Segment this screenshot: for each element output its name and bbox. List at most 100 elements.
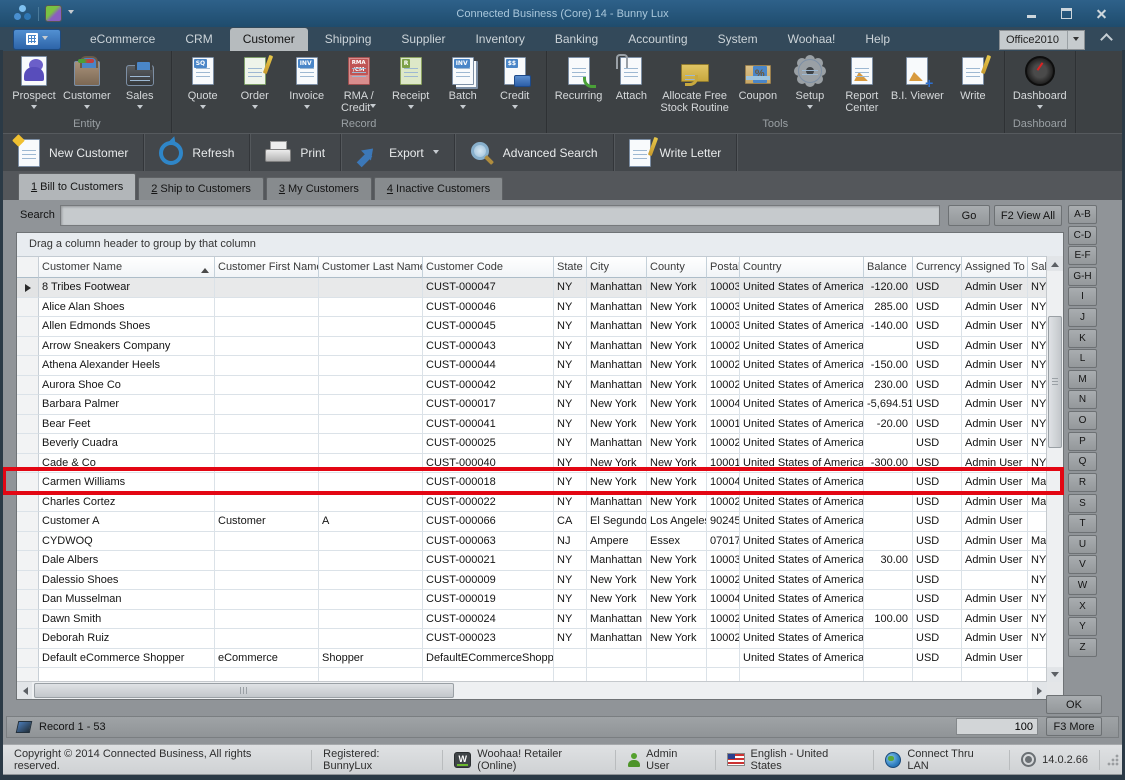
grid-cell[interactable] bbox=[319, 590, 423, 610]
grid-cell[interactable]: United States of America bbox=[740, 376, 864, 396]
grid-cell[interactable]: New York bbox=[587, 571, 647, 591]
grid-cell[interactable]: 10002 bbox=[707, 571, 740, 591]
grid-cell[interactable]: NY bbox=[1028, 590, 1048, 610]
horizontal-scrollbar[interactable] bbox=[17, 681, 1047, 699]
grid-cell[interactable]: Admin User bbox=[962, 629, 1028, 649]
tab-ship-to-customers[interactable]: 2Ship to Customers bbox=[138, 177, 264, 200]
grid-cell[interactable]: NY bbox=[554, 473, 587, 493]
grid-cell[interactable]: 10003 bbox=[707, 551, 740, 571]
column-header-assigned-to[interactable]: Assigned To bbox=[962, 257, 1028, 278]
table-row[interactable]: Dale AlbersCUST-000021NYManhattanNew Yor… bbox=[17, 551, 1048, 571]
grid-cell[interactable]: 230.00 bbox=[864, 376, 913, 396]
grid-cell[interactable] bbox=[215, 493, 319, 513]
grid-cell[interactable]: Dalessio Shoes bbox=[39, 571, 215, 591]
grid-cell[interactable] bbox=[215, 473, 319, 493]
grid-cell[interactable]: Manhattan bbox=[587, 356, 647, 376]
grid-cell[interactable] bbox=[319, 317, 423, 337]
grid-cell[interactable]: Deborah Ruiz bbox=[39, 629, 215, 649]
alpha-filter-j[interactable]: J bbox=[1068, 308, 1097, 327]
grid-cell[interactable]: Barbara Palmer bbox=[39, 395, 215, 415]
row-indicator-cell[interactable] bbox=[17, 337, 39, 357]
grid-cell[interactable]: New York bbox=[647, 376, 707, 396]
menu-tab-woohaa[interactable]: Woohaa! bbox=[775, 29, 849, 49]
grid-cell[interactable] bbox=[319, 454, 423, 474]
grid-cell[interactable] bbox=[319, 395, 423, 415]
grid-cell[interactable]: United States of America bbox=[740, 532, 864, 552]
alpha-filter-c-d[interactable]: C-D bbox=[1068, 226, 1097, 245]
grid-cell[interactable] bbox=[215, 434, 319, 454]
grid-cell[interactable]: New York bbox=[647, 337, 707, 357]
alpha-filter-z[interactable]: Z bbox=[1068, 638, 1097, 657]
grid-cell[interactable]: Admin User bbox=[962, 317, 1028, 337]
grid-cell[interactable]: NY bbox=[554, 571, 587, 591]
grid-cell[interactable]: New York bbox=[587, 454, 647, 474]
grid-cell[interactable]: New York bbox=[647, 590, 707, 610]
grid-cell[interactable]: NY bbox=[554, 298, 587, 318]
scroll-left-button[interactable] bbox=[17, 682, 32, 699]
grid-cell[interactable]: Manhattan bbox=[587, 610, 647, 630]
status-item-woohaa-retailer-online[interactable]: Woohaa! Retailer (Online) bbox=[443, 750, 616, 770]
grid-cell[interactable]: USD bbox=[913, 629, 962, 649]
alpha-filter-g-h[interactable]: G-H bbox=[1068, 267, 1097, 286]
grid-cell[interactable]: NJ bbox=[554, 532, 587, 552]
grid-cell[interactable]: Cade & Co bbox=[39, 454, 215, 474]
grid-cell[interactable]: CUST-000022 bbox=[423, 493, 554, 513]
grid-cell[interactable] bbox=[864, 590, 913, 610]
grid-cell[interactable]: CUST-000017 bbox=[423, 395, 554, 415]
resize-grip[interactable] bbox=[1106, 753, 1119, 766]
menu-tab-banking[interactable]: Banking bbox=[542, 29, 611, 49]
grid-cell[interactable] bbox=[215, 590, 319, 610]
grid-cell[interactable]: NY bbox=[554, 454, 587, 474]
grid-cell[interactable]: NY bbox=[1028, 337, 1048, 357]
grid-cell[interactable] bbox=[215, 278, 319, 298]
grid-cell[interactable] bbox=[647, 649, 707, 669]
grid-cell[interactable]: Alice Alan Shoes bbox=[39, 298, 215, 318]
toolbar-item-new-customer[interactable]: New Customer bbox=[3, 134, 144, 172]
grid-cell[interactable] bbox=[864, 337, 913, 357]
ribbon-item-invoice[interactable]: Invoice bbox=[281, 54, 333, 115]
alpha-filter-r[interactable]: R bbox=[1068, 473, 1097, 492]
grid-cell[interactable]: Manhattan bbox=[587, 629, 647, 649]
grid-cell[interactable]: Manhattan bbox=[587, 493, 647, 513]
more-button[interactable]: F3 More bbox=[1046, 717, 1102, 736]
column-header-customer-first-name[interactable]: Customer First Name bbox=[215, 257, 319, 278]
column-header-currency[interactable]: Currency bbox=[913, 257, 962, 278]
grid-cell[interactable]: NY bbox=[554, 337, 587, 357]
grid-cell[interactable]: USD bbox=[913, 473, 962, 493]
grid-cell[interactable]: NY bbox=[554, 629, 587, 649]
grid-cell[interactable] bbox=[864, 473, 913, 493]
grid-cell[interactable] bbox=[864, 571, 913, 591]
ribbon-item-prospect[interactable]: Prospect bbox=[8, 54, 60, 115]
scroll-down-button[interactable] bbox=[1047, 667, 1063, 682]
grid-cell[interactable] bbox=[319, 493, 423, 513]
grid-cell[interactable] bbox=[319, 337, 423, 357]
grid-cell[interactable]: New York bbox=[647, 415, 707, 435]
grid-cell[interactable]: Admin User bbox=[962, 395, 1028, 415]
column-header-city[interactable]: City bbox=[587, 257, 647, 278]
grid-cell[interactable] bbox=[215, 376, 319, 396]
grid-cell[interactable] bbox=[864, 434, 913, 454]
alpha-filter-i[interactable]: I bbox=[1068, 287, 1097, 306]
grid-cell[interactable]: Admin User bbox=[962, 610, 1028, 630]
grid-cell[interactable]: United States of America bbox=[740, 298, 864, 318]
ribbon-item-attach[interactable]: Attach bbox=[605, 54, 657, 102]
grid-cell[interactable]: United States of America bbox=[740, 649, 864, 669]
vertical-scrollbar[interactable] bbox=[1046, 256, 1063, 682]
tab-inactive-customers[interactable]: 4Inactive Customers bbox=[374, 177, 503, 200]
ribbon-item-receipt[interactable]: Receipt bbox=[385, 54, 437, 115]
row-indicator-cell[interactable] bbox=[17, 454, 39, 474]
grid-cell[interactable] bbox=[1028, 649, 1048, 669]
grid-cell[interactable]: Arrow Sneakers Company bbox=[39, 337, 215, 357]
grid-cell[interactable]: Manhattan bbox=[587, 376, 647, 396]
row-indicator-cell[interactable] bbox=[17, 395, 39, 415]
menu-tab-system[interactable]: System bbox=[705, 29, 771, 49]
grid-cell[interactable]: DefaultECommerceShopper bbox=[423, 649, 554, 669]
grid-cell[interactable]: Admin User bbox=[962, 473, 1028, 493]
grid-cell[interactable]: Dale Albers bbox=[39, 551, 215, 571]
grid-cell[interactable]: Admin User bbox=[962, 415, 1028, 435]
grid-cell[interactable]: CYDWOQ bbox=[39, 532, 215, 552]
table-row[interactable]: Dalessio ShoesCUST-000009NYNew YorkNew Y… bbox=[17, 571, 1048, 591]
grid-cell[interactable]: New York bbox=[647, 610, 707, 630]
grid-cell[interactable]: New York bbox=[587, 415, 647, 435]
grid-cell[interactable] bbox=[215, 395, 319, 415]
